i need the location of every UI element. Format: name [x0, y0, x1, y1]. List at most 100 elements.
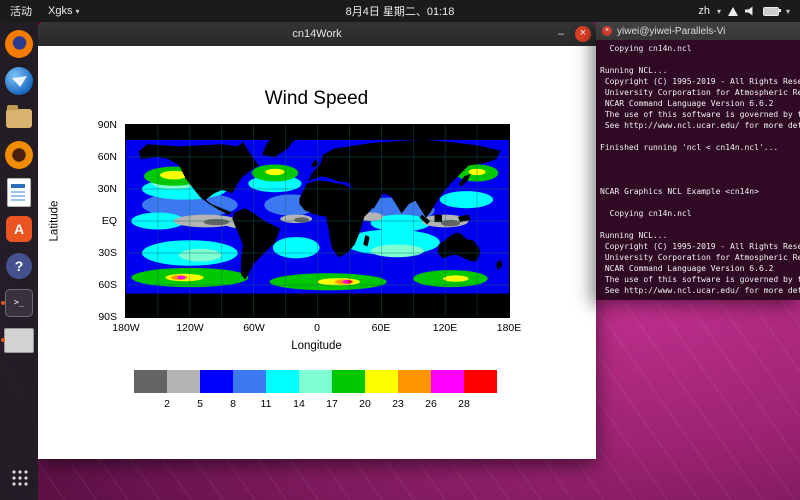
- colorbar-swatch: [332, 370, 365, 393]
- terminal-line: Finished running 'ncl < cn14n.ncl'...: [600, 142, 800, 153]
- colorbar-swatch: [299, 370, 332, 393]
- software-store-icon: A: [6, 216, 32, 242]
- terminal-line: Running NCL...: [600, 230, 800, 241]
- x-tick: 120E: [433, 322, 458, 334]
- world-map-svg: [126, 125, 509, 317]
- dock: A ? >_: [0, 22, 38, 500]
- dock-item-files[interactable]: [4, 103, 34, 133]
- y-axis-label: Latitude: [46, 125, 62, 317]
- x-tick: 180W: [112, 322, 139, 334]
- clock[interactable]: 8月4日 星期二、01:18: [346, 3, 455, 19]
- colorbar-label: 28: [458, 398, 470, 410]
- close-button[interactable]: ×: [575, 26, 591, 42]
- y-tick: 60N: [98, 151, 117, 163]
- app-menu[interactable]: Xgks ▾: [48, 5, 79, 17]
- colorbar-label: 20: [359, 398, 371, 410]
- x-axis-label: Longitude: [125, 340, 508, 352]
- colorbar-swatch: [266, 370, 299, 393]
- dock-item-xgks-window[interactable]: [4, 325, 34, 355]
- running-indicator-dot: [1, 338, 5, 342]
- world-map-plot: [125, 124, 510, 318]
- terminal-line: Copyright (C) 1995-2019 - All Rights Res…: [600, 76, 800, 87]
- terminal-line: [600, 54, 800, 65]
- help-icon: ?: [6, 253, 32, 279]
- terminal-line: Copying cn14n.ncl: [600, 208, 800, 219]
- dock-item-rhythmbox[interactable]: [4, 140, 34, 170]
- terminal-window: × yiwei@yiwei-Parallels-Vi Copying cn14n…: [596, 22, 800, 300]
- thunderbird-icon: [5, 67, 33, 95]
- dock-item-ubuntu-software[interactable]: A: [4, 214, 34, 244]
- plot-canvas: Wind Speed Latitude 90N 60N 30N EQ 30S 6…: [38, 46, 596, 459]
- x-tick: 180E: [497, 322, 522, 334]
- x-tick: 120W: [176, 322, 203, 334]
- volume-icon[interactable]: [745, 6, 756, 16]
- activities-button[interactable]: 活动: [10, 3, 32, 19]
- terminal-line: Copyright (C) 1995-2019 - All Rights Res…: [600, 241, 800, 252]
- terminal-line: NCAR Command Language Version 6.6.2: [600, 263, 800, 274]
- show-applications-button[interactable]: [4, 462, 34, 492]
- x-tick: 60W: [243, 322, 265, 334]
- firefox-icon: [5, 30, 33, 58]
- colorbar-label: 23: [392, 398, 404, 410]
- battery-icon[interactable]: [763, 7, 779, 16]
- chevron-down-icon: ▾: [75, 7, 79, 16]
- x-tick: 0: [314, 322, 320, 334]
- dock-item-terminal[interactable]: >_: [4, 288, 34, 318]
- colorbar-label: 5: [197, 398, 203, 410]
- y-tick: EQ: [102, 215, 117, 227]
- terminal-line: The use of this software is governed by …: [600, 109, 800, 120]
- dock-item-help[interactable]: ?: [4, 251, 34, 281]
- colorbar: [134, 370, 497, 393]
- colorbar-label: 2: [164, 398, 170, 410]
- plot-title: Wind Speed: [125, 88, 508, 110]
- terminal-line: University Corporation for Atmospheric R…: [600, 87, 800, 98]
- terminal-line: See http://www.ncl.ucar.edu/ for more de…: [600, 285, 800, 296]
- system-indicators[interactable]: zh ▾ ▾: [698, 5, 800, 17]
- window-titlebar[interactable]: cn14Work – ×: [38, 22, 596, 46]
- colorbar-label: 11: [261, 398, 272, 410]
- y-axis-ticks: 90N 60N 30N EQ 30S 60S 90S: [76, 125, 121, 317]
- x-tick: 60E: [372, 322, 391, 334]
- terminal-line: NCAR Command Language Version 6.6.2: [600, 98, 800, 109]
- dock-item-libreoffice-writer[interactable]: [4, 177, 34, 207]
- colorbar-label: 14: [293, 398, 305, 410]
- input-method-indicator[interactable]: zh: [698, 5, 710, 17]
- terminal-titlebar[interactable]: × yiwei@yiwei-Parallels-Vi: [596, 22, 800, 40]
- colorbar-swatch: [167, 370, 200, 393]
- minimize-button[interactable]: –: [554, 28, 568, 40]
- colorbar-swatch: [134, 370, 167, 393]
- top-bar: 活动 Xgks ▾ 8月4日 星期二、01:18 zh ▾ ▾: [0, 0, 800, 22]
- terminal-close-button[interactable]: ×: [602, 26, 612, 36]
- y-tick: 90N: [98, 119, 117, 131]
- colorbar-swatch: [200, 370, 233, 393]
- desktop: 活动 Xgks ▾ 8月4日 星期二、01:18 zh ▾ ▾ A ? >_: [0, 0, 800, 500]
- terminal-output[interactable]: Copying cn14n.ncl Running NCL... Copyrig…: [596, 40, 800, 300]
- terminal-line: Running NCL...: [600, 65, 800, 76]
- colorbar-swatch: [233, 370, 266, 393]
- colorbar-swatch: [464, 370, 497, 393]
- colorbar-label: 17: [326, 398, 338, 410]
- dock-item-firefox[interactable]: [4, 29, 34, 59]
- terminal-line: Copying cn14n.ncl: [600, 43, 800, 54]
- colorbar-label: 8: [230, 398, 236, 410]
- network-icon[interactable]: [728, 7, 738, 16]
- colorbar-label: 26: [425, 398, 437, 410]
- terminal-line: [600, 219, 800, 230]
- xgks-window-thumbnail: [4, 328, 34, 353]
- running-indicator-dot: [1, 301, 5, 305]
- terminal-line: [600, 131, 800, 142]
- y-tick: 30N: [98, 183, 117, 195]
- y-tick: 60S: [98, 279, 117, 291]
- terminal-line: [600, 175, 800, 186]
- terminal-icon: >_: [5, 289, 33, 317]
- files-icon: [6, 109, 32, 128]
- terminal-line: University Corporation for Atmospheric R…: [600, 252, 800, 263]
- chevron-down-icon: ▾: [786, 7, 790, 16]
- terminal-line: [600, 197, 800, 208]
- x-axis-ticks: 180W 120W 60W 0 60E 120E 180E: [126, 322, 509, 335]
- window-title: cn14Work: [292, 28, 341, 40]
- dock-item-thunderbird[interactable]: [4, 66, 34, 96]
- colorbar-swatch: [365, 370, 398, 393]
- writer-document-icon: [7, 178, 31, 207]
- apps-grid-icon: [11, 469, 28, 486]
